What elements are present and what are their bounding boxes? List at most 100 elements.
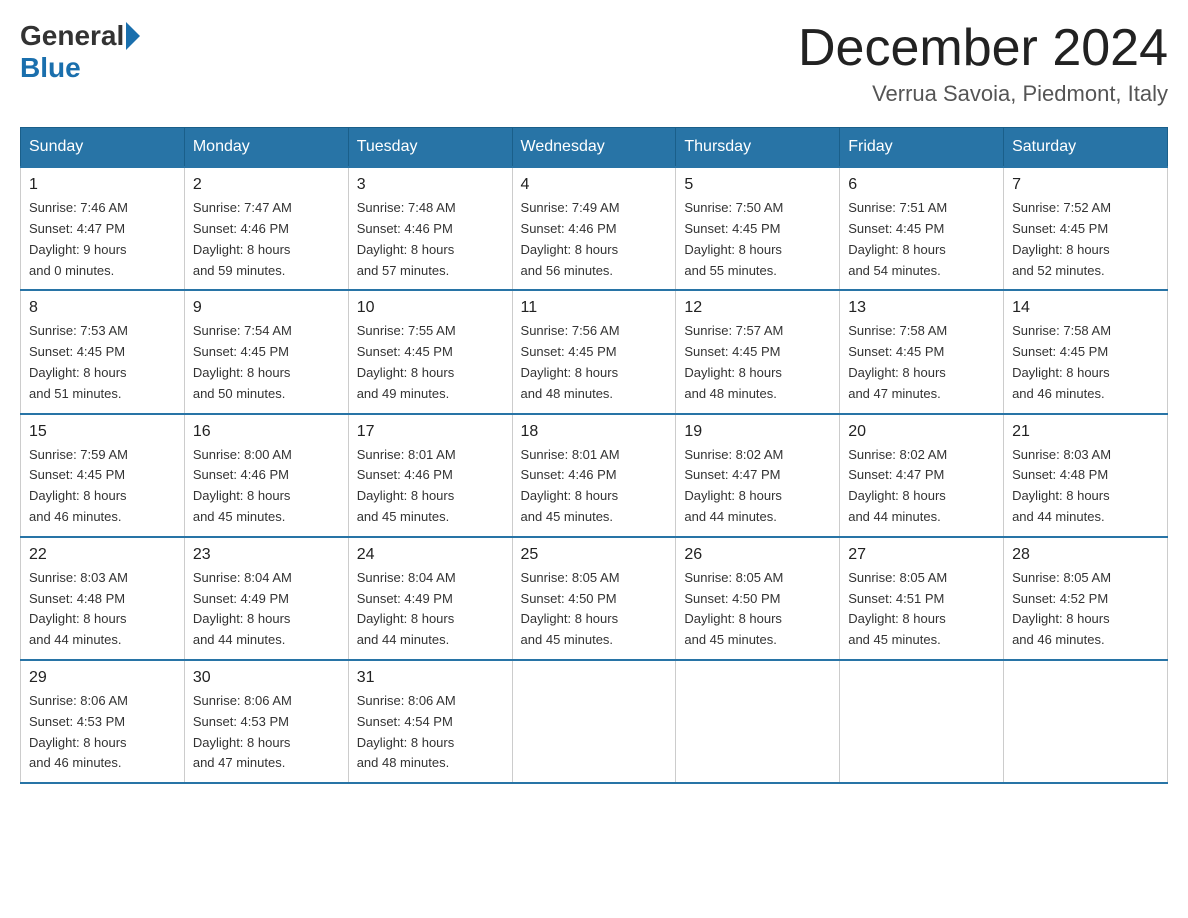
day-number: 6 — [848, 176, 995, 194]
day-info: Sunrise: 7:50 AM Sunset: 4:45 PM Dayligh… — [684, 198, 831, 281]
day-number: 9 — [193, 299, 340, 317]
day-info: Sunrise: 7:53 AM Sunset: 4:45 PM Dayligh… — [29, 321, 176, 404]
day-number: 28 — [1012, 546, 1159, 564]
calendar-week-4: 22 Sunrise: 8:03 AM Sunset: 4:48 PM Dayl… — [21, 537, 1168, 660]
calendar-cell: 2 Sunrise: 7:47 AM Sunset: 4:46 PM Dayli… — [184, 167, 348, 290]
calendar-week-3: 15 Sunrise: 7:59 AM Sunset: 4:45 PM Dayl… — [21, 414, 1168, 537]
day-info: Sunrise: 8:03 AM Sunset: 4:48 PM Dayligh… — [1012, 445, 1159, 528]
day-info: Sunrise: 8:01 AM Sunset: 4:46 PM Dayligh… — [521, 445, 668, 528]
calendar-cell: 11 Sunrise: 7:56 AM Sunset: 4:45 PM Dayl… — [512, 290, 676, 413]
calendar-cell: 26 Sunrise: 8:05 AM Sunset: 4:50 PM Dayl… — [676, 537, 840, 660]
calendar-cell: 12 Sunrise: 7:57 AM Sunset: 4:45 PM Dayl… — [676, 290, 840, 413]
day-info: Sunrise: 8:06 AM Sunset: 4:53 PM Dayligh… — [29, 691, 176, 774]
day-info: Sunrise: 8:04 AM Sunset: 4:49 PM Dayligh… — [193, 568, 340, 651]
location-subtitle: Verrua Savoia, Piedmont, Italy — [798, 81, 1168, 107]
day-info: Sunrise: 8:03 AM Sunset: 4:48 PM Dayligh… — [29, 568, 176, 651]
header-monday: Monday — [184, 128, 348, 168]
calendar-table: SundayMondayTuesdayWednesdayThursdayFrid… — [20, 127, 1168, 784]
header-sunday: Sunday — [21, 128, 185, 168]
day-info: Sunrise: 8:01 AM Sunset: 4:46 PM Dayligh… — [357, 445, 504, 528]
calendar-cell: 17 Sunrise: 8:01 AM Sunset: 4:46 PM Dayl… — [348, 414, 512, 537]
calendar-week-2: 8 Sunrise: 7:53 AM Sunset: 4:45 PM Dayli… — [21, 290, 1168, 413]
calendar-cell: 27 Sunrise: 8:05 AM Sunset: 4:51 PM Dayl… — [840, 537, 1004, 660]
month-year-title: December 2024 — [798, 20, 1168, 77]
calendar-cell — [676, 660, 840, 783]
day-info: Sunrise: 8:00 AM Sunset: 4:46 PM Dayligh… — [193, 445, 340, 528]
day-number: 27 — [848, 546, 995, 564]
day-info: Sunrise: 7:58 AM Sunset: 4:45 PM Dayligh… — [848, 321, 995, 404]
page-header: General Blue December 2024 Verrua Savoia… — [20, 20, 1168, 107]
day-number: 18 — [521, 423, 668, 441]
day-number: 22 — [29, 546, 176, 564]
day-info: Sunrise: 8:06 AM Sunset: 4:54 PM Dayligh… — [357, 691, 504, 774]
day-info: Sunrise: 8:05 AM Sunset: 4:52 PM Dayligh… — [1012, 568, 1159, 651]
day-info: Sunrise: 7:46 AM Sunset: 4:47 PM Dayligh… — [29, 198, 176, 281]
calendar-cell: 13 Sunrise: 7:58 AM Sunset: 4:45 PM Dayl… — [840, 290, 1004, 413]
calendar-cell: 23 Sunrise: 8:04 AM Sunset: 4:49 PM Dayl… — [184, 537, 348, 660]
day-number: 15 — [29, 423, 176, 441]
day-number: 12 — [684, 299, 831, 317]
day-info: Sunrise: 7:48 AM Sunset: 4:46 PM Dayligh… — [357, 198, 504, 281]
day-number: 19 — [684, 423, 831, 441]
day-info: Sunrise: 8:05 AM Sunset: 4:50 PM Dayligh… — [684, 568, 831, 651]
day-number: 4 — [521, 176, 668, 194]
calendar-cell: 16 Sunrise: 8:00 AM Sunset: 4:46 PM Dayl… — [184, 414, 348, 537]
day-number: 31 — [357, 669, 504, 687]
day-number: 20 — [848, 423, 995, 441]
day-number: 23 — [193, 546, 340, 564]
logo-general-text: General — [20, 20, 124, 52]
day-info: Sunrise: 8:02 AM Sunset: 4:47 PM Dayligh… — [848, 445, 995, 528]
calendar-cell: 19 Sunrise: 8:02 AM Sunset: 4:47 PM Dayl… — [676, 414, 840, 537]
day-number: 11 — [521, 299, 668, 317]
calendar-cell: 14 Sunrise: 7:58 AM Sunset: 4:45 PM Dayl… — [1004, 290, 1168, 413]
logo-triangle-icon — [126, 22, 140, 50]
day-info: Sunrise: 7:52 AM Sunset: 4:45 PM Dayligh… — [1012, 198, 1159, 281]
calendar-week-5: 29 Sunrise: 8:06 AM Sunset: 4:53 PM Dayl… — [21, 660, 1168, 783]
calendar-cell: 20 Sunrise: 8:02 AM Sunset: 4:47 PM Dayl… — [840, 414, 1004, 537]
day-info: Sunrise: 7:51 AM Sunset: 4:45 PM Dayligh… — [848, 198, 995, 281]
header-thursday: Thursday — [676, 128, 840, 168]
calendar-cell — [1004, 660, 1168, 783]
calendar-cell: 10 Sunrise: 7:55 AM Sunset: 4:45 PM Dayl… — [348, 290, 512, 413]
day-info: Sunrise: 8:06 AM Sunset: 4:53 PM Dayligh… — [193, 691, 340, 774]
calendar-cell: 1 Sunrise: 7:46 AM Sunset: 4:47 PM Dayli… — [21, 167, 185, 290]
calendar-cell: 18 Sunrise: 8:01 AM Sunset: 4:46 PM Dayl… — [512, 414, 676, 537]
header-saturday: Saturday — [1004, 128, 1168, 168]
header-friday: Friday — [840, 128, 1004, 168]
calendar-cell: 9 Sunrise: 7:54 AM Sunset: 4:45 PM Dayli… — [184, 290, 348, 413]
day-number: 2 — [193, 176, 340, 194]
calendar-cell — [840, 660, 1004, 783]
day-number: 16 — [193, 423, 340, 441]
day-number: 5 — [684, 176, 831, 194]
day-info: Sunrise: 8:05 AM Sunset: 4:51 PM Dayligh… — [848, 568, 995, 651]
day-number: 1 — [29, 176, 176, 194]
day-info: Sunrise: 8:04 AM Sunset: 4:49 PM Dayligh… — [357, 568, 504, 651]
day-number: 26 — [684, 546, 831, 564]
day-number: 7 — [1012, 176, 1159, 194]
logo: General Blue — [20, 20, 142, 84]
day-number: 10 — [357, 299, 504, 317]
calendar-cell: 8 Sunrise: 7:53 AM Sunset: 4:45 PM Dayli… — [21, 290, 185, 413]
title-section: December 2024 Verrua Savoia, Piedmont, I… — [798, 20, 1168, 107]
day-info: Sunrise: 8:05 AM Sunset: 4:50 PM Dayligh… — [521, 568, 668, 651]
calendar-cell — [512, 660, 676, 783]
calendar-cell: 30 Sunrise: 8:06 AM Sunset: 4:53 PM Dayl… — [184, 660, 348, 783]
calendar-header-row: SundayMondayTuesdayWednesdayThursdayFrid… — [21, 128, 1168, 168]
calendar-cell: 24 Sunrise: 8:04 AM Sunset: 4:49 PM Dayl… — [348, 537, 512, 660]
calendar-cell: 6 Sunrise: 7:51 AM Sunset: 4:45 PM Dayli… — [840, 167, 1004, 290]
day-info: Sunrise: 7:56 AM Sunset: 4:45 PM Dayligh… — [521, 321, 668, 404]
calendar-cell: 29 Sunrise: 8:06 AM Sunset: 4:53 PM Dayl… — [21, 660, 185, 783]
calendar-cell: 21 Sunrise: 8:03 AM Sunset: 4:48 PM Dayl… — [1004, 414, 1168, 537]
day-info: Sunrise: 7:55 AM Sunset: 4:45 PM Dayligh… — [357, 321, 504, 404]
calendar-week-1: 1 Sunrise: 7:46 AM Sunset: 4:47 PM Dayli… — [21, 167, 1168, 290]
day-number: 30 — [193, 669, 340, 687]
calendar-cell: 25 Sunrise: 8:05 AM Sunset: 4:50 PM Dayl… — [512, 537, 676, 660]
calendar-cell: 22 Sunrise: 8:03 AM Sunset: 4:48 PM Dayl… — [21, 537, 185, 660]
calendar-cell: 31 Sunrise: 8:06 AM Sunset: 4:54 PM Dayl… — [348, 660, 512, 783]
logo-blue-text: Blue — [20, 52, 81, 83]
day-info: Sunrise: 7:49 AM Sunset: 4:46 PM Dayligh… — [521, 198, 668, 281]
day-info: Sunrise: 7:47 AM Sunset: 4:46 PM Dayligh… — [193, 198, 340, 281]
day-number: 21 — [1012, 423, 1159, 441]
day-number: 3 — [357, 176, 504, 194]
day-info: Sunrise: 7:59 AM Sunset: 4:45 PM Dayligh… — [29, 445, 176, 528]
